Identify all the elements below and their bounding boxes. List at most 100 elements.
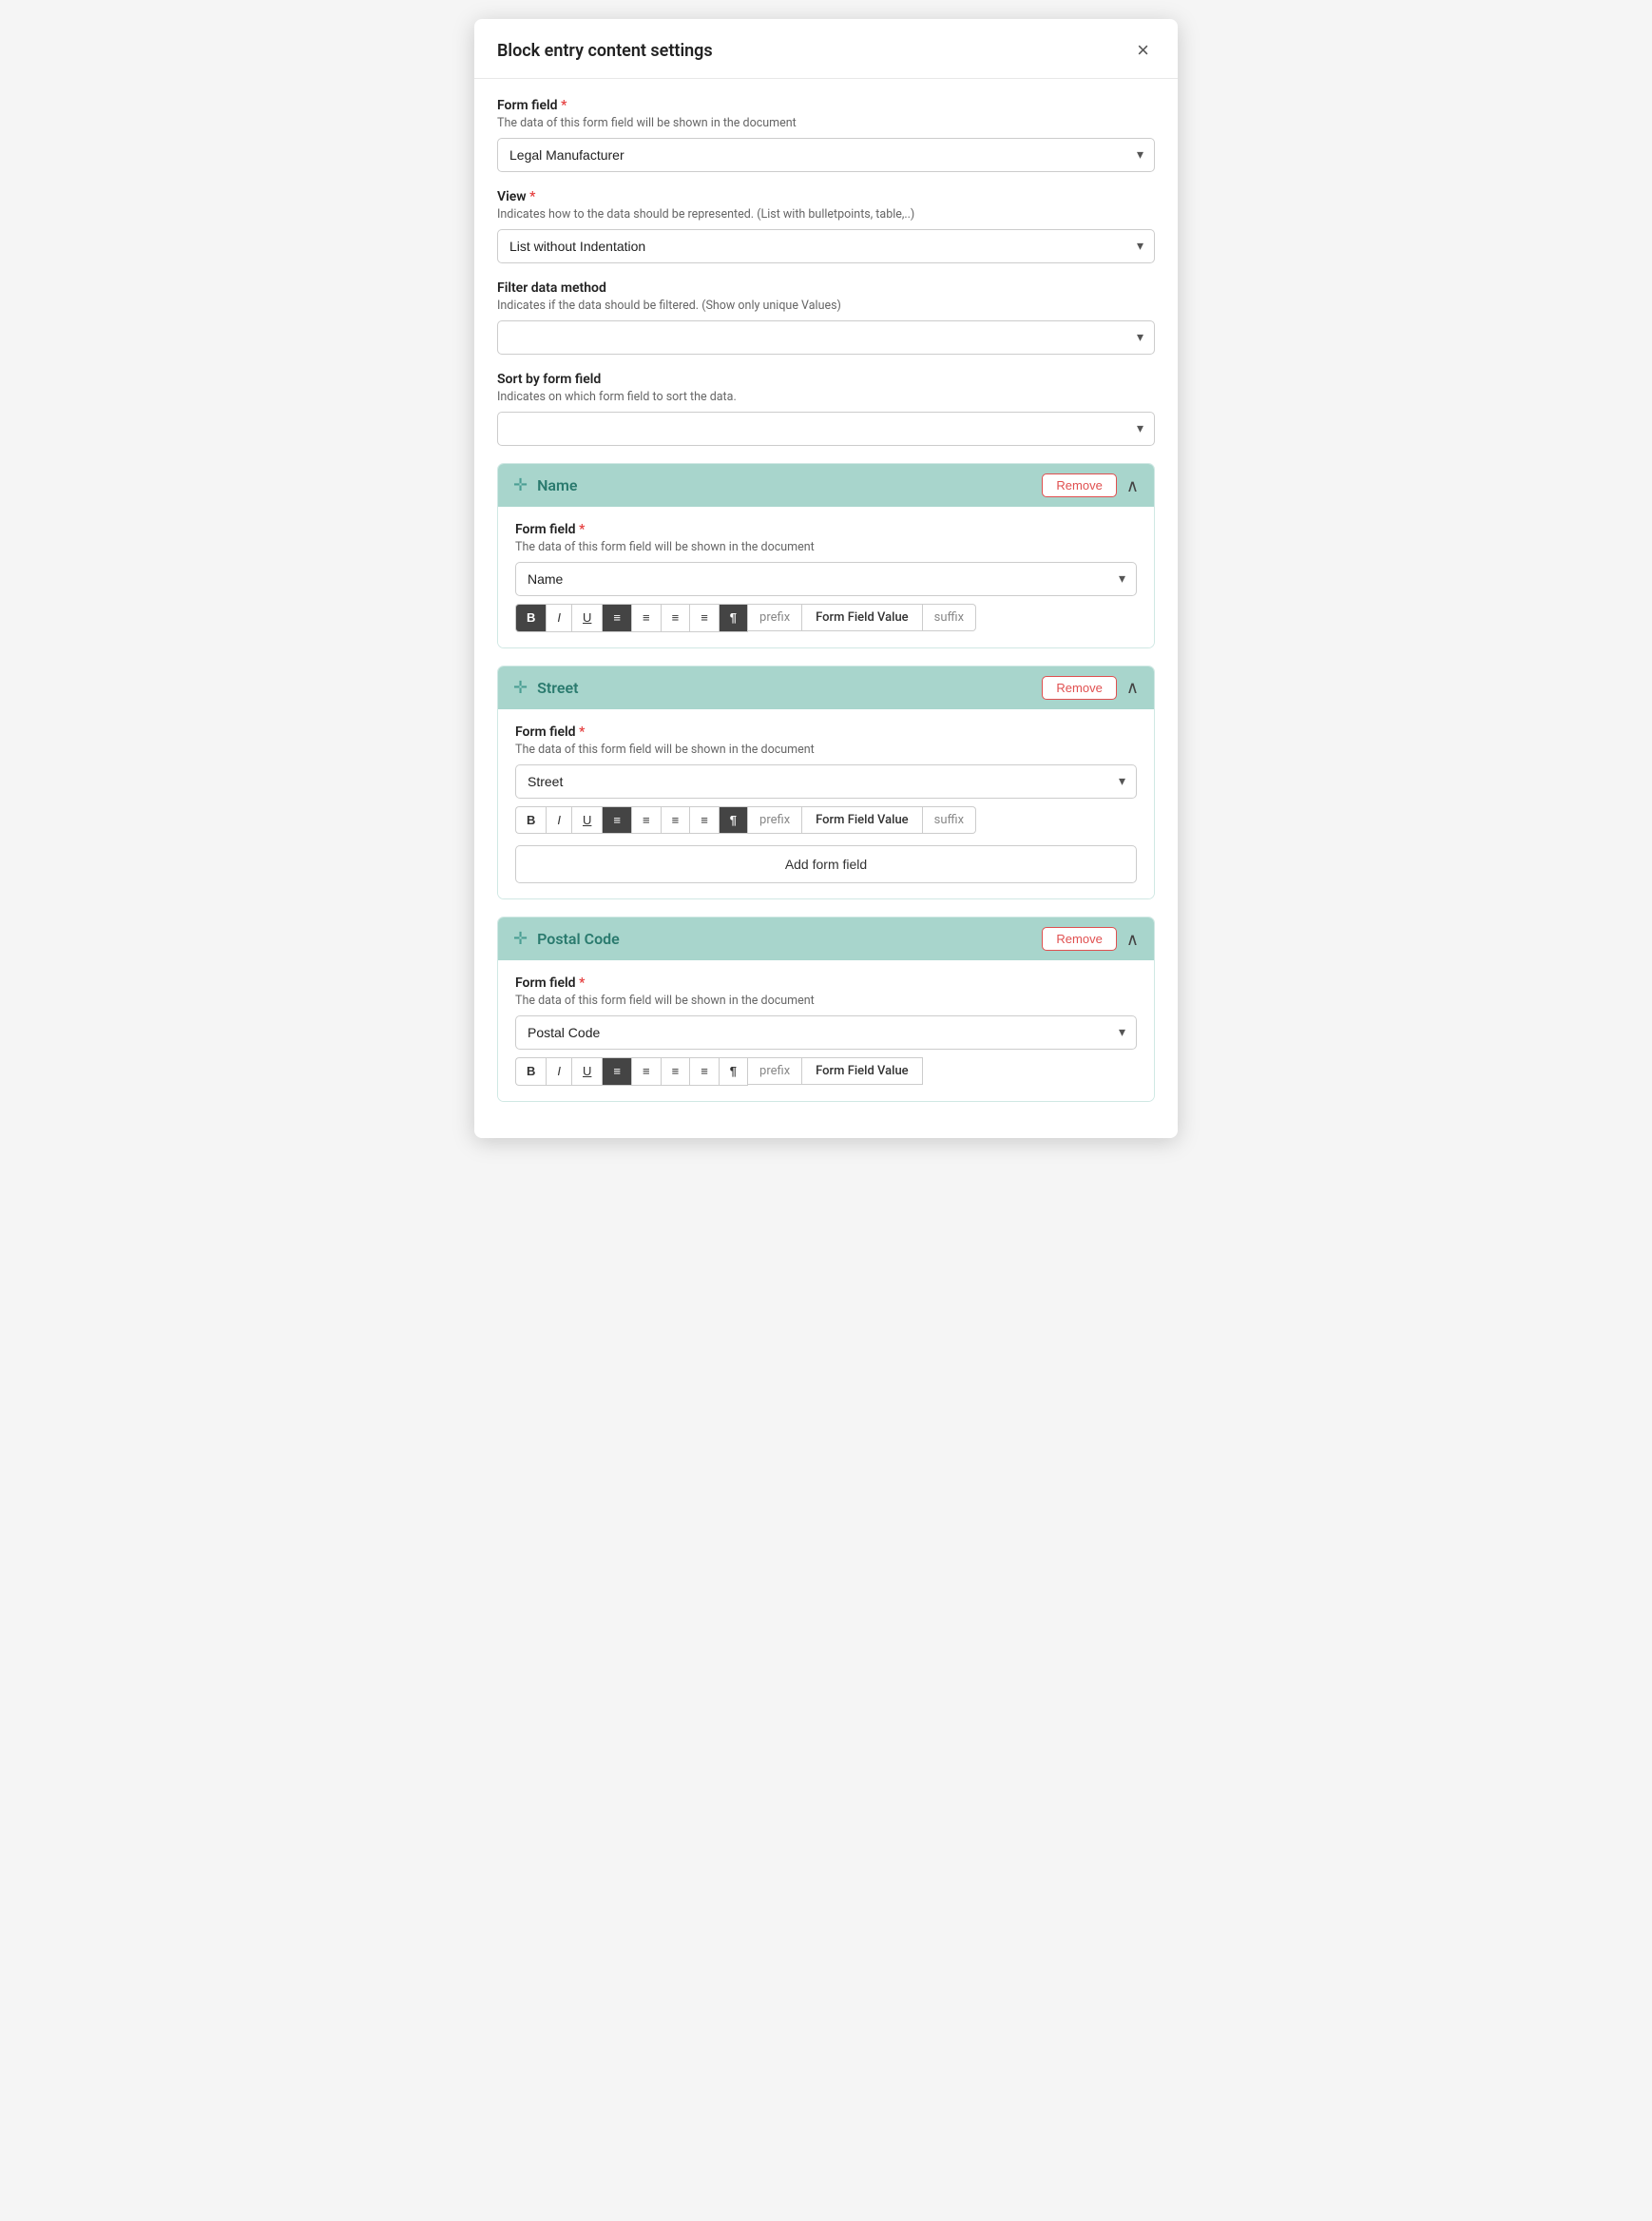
- sort-section: Sort by form field Indicates on which fo…: [497, 372, 1155, 446]
- street-block-header-right: Remove ∧: [1042, 676, 1139, 700]
- close-button[interactable]: ×: [1131, 38, 1155, 63]
- street-form-field-desc: The data of this form field will be show…: [515, 743, 1137, 757]
- postal-code-block-header-left: ✛ Postal Code: [513, 929, 620, 949]
- name-form-field-desc: The data of this form field will be show…: [515, 540, 1137, 554]
- postal-toolbar: B I U ≡ ≡ ≡ ≡ ¶ prefix Form Field Value: [515, 1057, 1137, 1086]
- filter-select[interactable]: [497, 320, 1155, 355]
- postal-field-value-label: Form Field Value: [802, 1057, 922, 1085]
- street-drag-icon[interactable]: ✛: [513, 678, 528, 698]
- street-form-field-label: Form field *: [515, 724, 1137, 740]
- street-align-center-btn[interactable]: ≡: [631, 806, 661, 835]
- form-field-desc: The data of this form field will be show…: [497, 116, 1155, 130]
- street-bold-btn[interactable]: B: [515, 806, 546, 835]
- drag-icon[interactable]: ✛: [513, 475, 528, 495]
- filter-desc: Indicates if the data should be filtered…: [497, 299, 1155, 313]
- postal-prefix-label: prefix: [748, 1057, 802, 1085]
- postal-paragraph-btn[interactable]: ¶: [719, 1057, 748, 1086]
- street-toolbar: B I U ≡ ≡ ≡ ≡ ¶ prefix Form Field Value …: [515, 806, 1137, 835]
- name-remove-button[interactable]: Remove: [1042, 473, 1116, 497]
- modal-header: Block entry content settings ×: [474, 19, 1178, 79]
- filter-select-wrapper: ▾: [497, 320, 1155, 355]
- postal-select-wrapper: Postal Code ▾: [515, 1015, 1137, 1050]
- name-italic-btn[interactable]: I: [546, 604, 571, 632]
- postal-select[interactable]: Postal Code: [515, 1015, 1137, 1050]
- postal-collapse-button[interactable]: ∧: [1126, 931, 1139, 948]
- view-desc: Indicates how to the data should be repr…: [497, 207, 1155, 222]
- name-collapse-button[interactable]: ∧: [1126, 477, 1139, 494]
- postal-code-block-title: Postal Code: [537, 930, 620, 948]
- postal-italic-btn[interactable]: I: [546, 1057, 571, 1086]
- name-paragraph-btn[interactable]: ¶: [719, 604, 748, 632]
- postal-code-block-body: Form field * The data of this form field…: [498, 960, 1154, 1101]
- postal-align-left-btn[interactable]: ≡: [602, 1057, 631, 1086]
- street-prefix-label: prefix: [748, 806, 802, 834]
- name-select-wrapper: Name ▾: [515, 562, 1137, 596]
- form-field-select[interactable]: Legal Manufacturer: [497, 138, 1155, 172]
- name-underline-btn[interactable]: U: [571, 604, 602, 632]
- name-block-header-left: ✛ Name: [513, 475, 578, 495]
- postal-underline-btn[interactable]: U: [571, 1057, 602, 1086]
- name-form-field-label: Form field *: [515, 522, 1137, 537]
- name-block-body: Form field * The data of this form field…: [498, 507, 1154, 647]
- modal: Block entry content settings × Form fiel…: [474, 19, 1178, 1138]
- postal-align-justify-btn[interactable]: ≡: [661, 1057, 690, 1086]
- street-select-wrapper: Street ▾: [515, 764, 1137, 799]
- name-field-value-label: Form Field Value: [802, 604, 922, 631]
- name-block-title: Name: [537, 476, 577, 494]
- street-remove-button[interactable]: Remove: [1042, 676, 1116, 700]
- street-suffix-label: suffix: [923, 806, 976, 834]
- sort-select[interactable]: [497, 412, 1155, 446]
- sort-label: Sort by form field: [497, 372, 1155, 387]
- postal-bold-btn[interactable]: B: [515, 1057, 546, 1086]
- postal-remove-button[interactable]: Remove: [1042, 927, 1116, 951]
- modal-title: Block entry content settings: [497, 41, 713, 61]
- postal-drag-icon[interactable]: ✛: [513, 929, 528, 949]
- postal-align-center-btn[interactable]: ≡: [631, 1057, 661, 1086]
- street-collapse-button[interactable]: ∧: [1126, 679, 1139, 696]
- sort-desc: Indicates on which form field to sort th…: [497, 390, 1155, 404]
- name-align-justify-btn[interactable]: ≡: [661, 604, 690, 632]
- postal-form-field-label: Form field *: [515, 975, 1137, 991]
- name-suffix-label: suffix: [923, 604, 976, 631]
- street-block-header-left: ✛ Street: [513, 678, 578, 698]
- filter-section: Filter data method Indicates if the data…: [497, 280, 1155, 355]
- street-block: ✛ Street Remove ∧ Form field * The data …: [497, 666, 1155, 900]
- name-prefix-label: prefix: [748, 604, 802, 631]
- postal-form-field-desc: The data of this form field will be show…: [515, 994, 1137, 1008]
- name-select[interactable]: Name: [515, 562, 1137, 596]
- form-field-label: Form field *: [497, 98, 1155, 113]
- street-paragraph-btn[interactable]: ¶: [719, 806, 748, 835]
- view-select-wrapper: List without Indentation ▾: [497, 229, 1155, 263]
- street-block-body: Form field * The data of this form field…: [498, 709, 1154, 899]
- street-italic-btn[interactable]: I: [546, 806, 571, 835]
- street-align-right-btn[interactable]: ≡: [689, 806, 719, 835]
- name-toolbar: B I U ≡ ≡ ≡ ≡ ¶ prefix Form Field Value …: [515, 604, 1137, 632]
- form-field-select-wrapper: Legal Manufacturer ▾: [497, 138, 1155, 172]
- street-underline-btn[interactable]: U: [571, 806, 602, 835]
- name-align-center-btn[interactable]: ≡: [631, 604, 661, 632]
- street-align-left-btn[interactable]: ≡: [602, 806, 631, 835]
- form-field-section: Form field * The data of this form field…: [497, 98, 1155, 172]
- add-form-field-button[interactable]: Add form field: [515, 845, 1137, 883]
- postal-code-block-header: ✛ Postal Code Remove ∧: [498, 917, 1154, 960]
- view-section: View * Indicates how to the data should …: [497, 189, 1155, 263]
- street-field-value-label: Form Field Value: [802, 806, 922, 834]
- name-block-header-right: Remove ∧: [1042, 473, 1139, 497]
- street-align-justify-btn[interactable]: ≡: [661, 806, 690, 835]
- street-block-header: ✛ Street Remove ∧: [498, 666, 1154, 709]
- name-block-header: ✛ Name Remove ∧: [498, 464, 1154, 507]
- sort-select-wrapper: ▾: [497, 412, 1155, 446]
- name-block: ✛ Name Remove ∧ Form field * The data of…: [497, 463, 1155, 648]
- postal-code-block-header-right: Remove ∧: [1042, 927, 1139, 951]
- name-bold-btn[interactable]: B: [515, 604, 546, 632]
- postal-code-block: ✛ Postal Code Remove ∧ Form field * The …: [497, 917, 1155, 1102]
- street-block-title: Street: [537, 679, 578, 697]
- modal-body: Form field * The data of this form field…: [474, 79, 1178, 1138]
- street-select[interactable]: Street: [515, 764, 1137, 799]
- view-select[interactable]: List without Indentation: [497, 229, 1155, 263]
- name-align-right-btn[interactable]: ≡: [689, 604, 719, 632]
- view-label: View *: [497, 189, 1155, 204]
- postal-align-right-btn[interactable]: ≡: [689, 1057, 719, 1086]
- filter-label: Filter data method: [497, 280, 1155, 296]
- name-align-left-btn[interactable]: ≡: [602, 604, 631, 632]
